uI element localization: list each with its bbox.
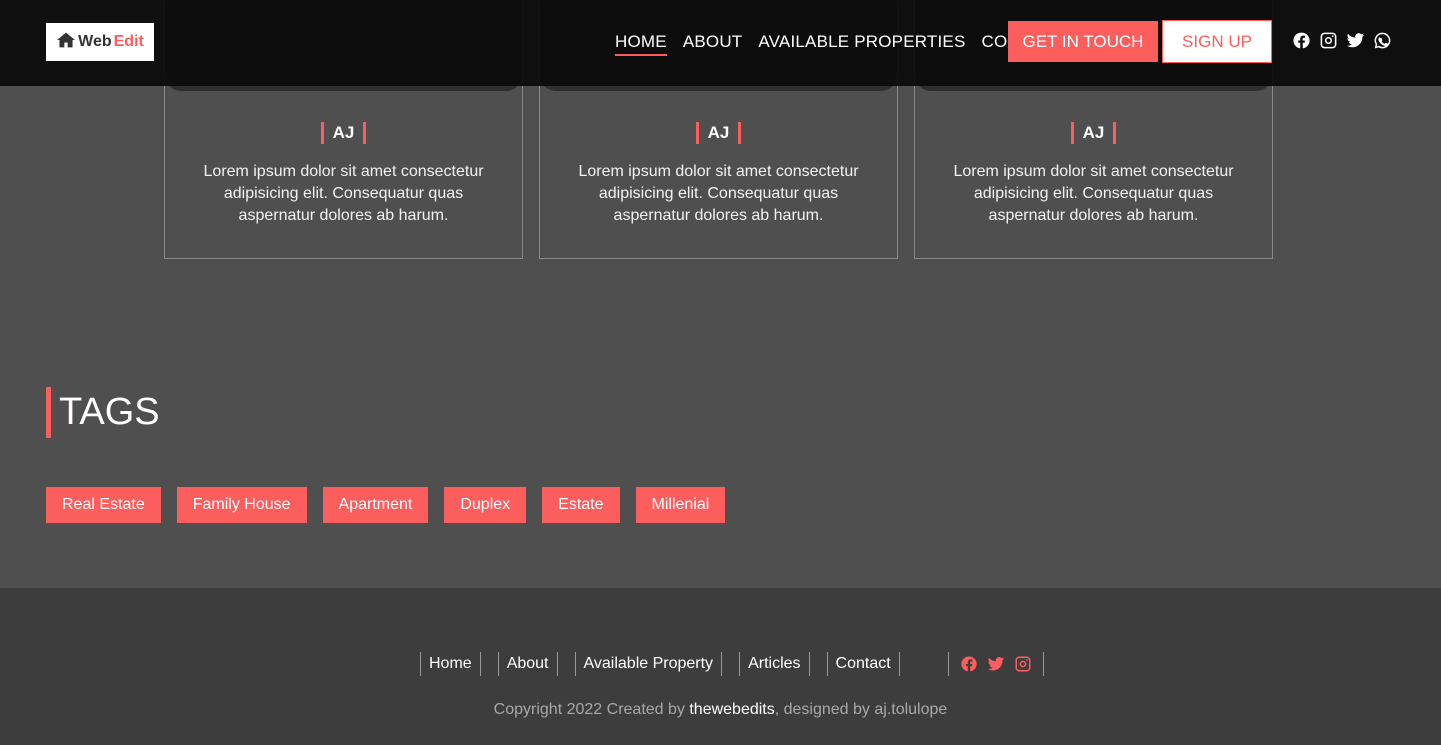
tag-apartment[interactable]: Apartment xyxy=(322,487,429,523)
footer-link-about[interactable]: About xyxy=(497,652,558,676)
footer-social xyxy=(947,652,1044,676)
tags-heading: TAGS xyxy=(46,387,160,438)
nav-home[interactable]: HOME xyxy=(615,30,667,56)
testimonial-text: Lorem ipsum dolor sit amet consectetur a… xyxy=(953,163,1234,224)
get-in-touch-button[interactable]: GET IN TOUCH xyxy=(1008,21,1158,62)
testimonial-initials: AJ xyxy=(695,122,742,144)
header-social xyxy=(1292,31,1392,50)
twitter-icon[interactable] xyxy=(987,655,1005,673)
tag-duplex[interactable]: Duplex xyxy=(444,487,527,523)
logo-accent: Edit xyxy=(113,33,144,50)
testimonial-initials: AJ xyxy=(1070,122,1117,144)
tag-real-estate[interactable]: Real Estate xyxy=(46,487,161,523)
site-footer: Home About Available Property Articles C… xyxy=(0,588,1441,745)
facebook-icon[interactable] xyxy=(1292,31,1311,50)
copyright-brand-link[interactable]: thewebedits xyxy=(689,701,774,718)
footer-link-articles[interactable]: Articles xyxy=(739,652,810,676)
logo-prefix: Web xyxy=(78,33,112,50)
tag-estate[interactable]: Estate xyxy=(542,487,620,523)
copyright-suffix: , designed by aj.tolulope xyxy=(774,701,948,718)
footer-nav: Home About Available Property Articles C… xyxy=(420,652,1044,676)
main-nav: HOME ABOUT AVAILABLE PROPERTIES CONTACT xyxy=(615,30,1064,56)
sign-up-button[interactable]: SIGN UP xyxy=(1162,20,1272,63)
facebook-icon[interactable] xyxy=(960,655,978,673)
house-icon xyxy=(56,31,76,54)
footer-link-available-property[interactable]: Available Property xyxy=(574,652,723,676)
instagram-icon[interactable] xyxy=(1014,655,1032,673)
testimonial-text: Lorem ipsum dolor sit amet consectetur a… xyxy=(578,163,859,224)
testimonial-text: Lorem ipsum dolor sit amet consectetur a… xyxy=(203,163,484,224)
logo[interactable]: Web Edit xyxy=(46,23,154,61)
site-header: Web Edit HOME ABOUT AVAILABLE PROPERTIES … xyxy=(0,0,1441,86)
footer-link-contact[interactable]: Contact xyxy=(826,652,900,676)
footer-link-home[interactable]: Home xyxy=(420,652,481,676)
nav-available-properties[interactable]: AVAILABLE PROPERTIES xyxy=(758,30,965,56)
nav-about[interactable]: ABOUT xyxy=(683,30,743,56)
copyright: Copyright 2022 Created by thewebedits, d… xyxy=(0,701,1441,719)
testimonial-initials: AJ xyxy=(320,122,367,144)
copyright-prefix: Copyright 2022 Created by xyxy=(493,701,690,718)
tag-family-house[interactable]: Family House xyxy=(176,487,307,523)
tag-list: Real Estate Family House Apartment Duple… xyxy=(46,487,726,523)
tag-millenial[interactable]: Millenial xyxy=(635,487,726,523)
whatsapp-icon[interactable] xyxy=(1373,31,1392,50)
instagram-icon[interactable] xyxy=(1319,31,1338,50)
twitter-icon[interactable] xyxy=(1346,31,1365,50)
